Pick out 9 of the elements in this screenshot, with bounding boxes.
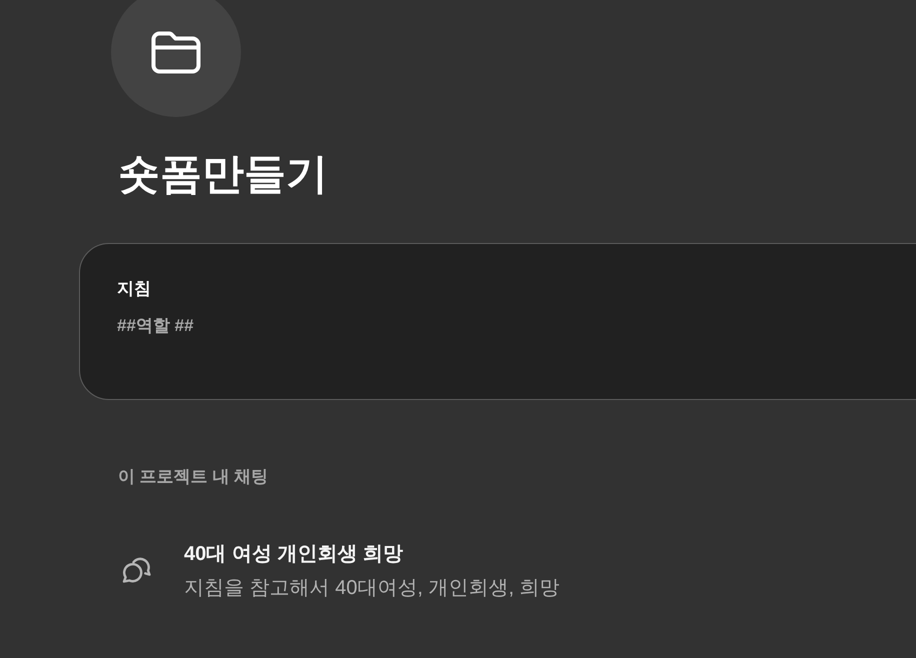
instructions-card[interactable]: 지침 ##역할 ## xyxy=(79,243,916,400)
chat-preview: 지침을 참고해서 40대여성, 개인회생, 희망 xyxy=(184,576,560,601)
chat-bubbles-icon xyxy=(120,557,151,585)
section-heading: 이 프로젝트 내 채팅 xyxy=(118,466,268,488)
folder-icon xyxy=(151,30,201,74)
project-title: 숏폼만들기 xyxy=(118,149,328,199)
instructions-label: 지침 xyxy=(117,278,151,300)
instructions-text: ##역할 ## xyxy=(117,315,194,337)
chat-title[interactable]: 40대 여성 개인회생 희망 xyxy=(184,539,403,569)
